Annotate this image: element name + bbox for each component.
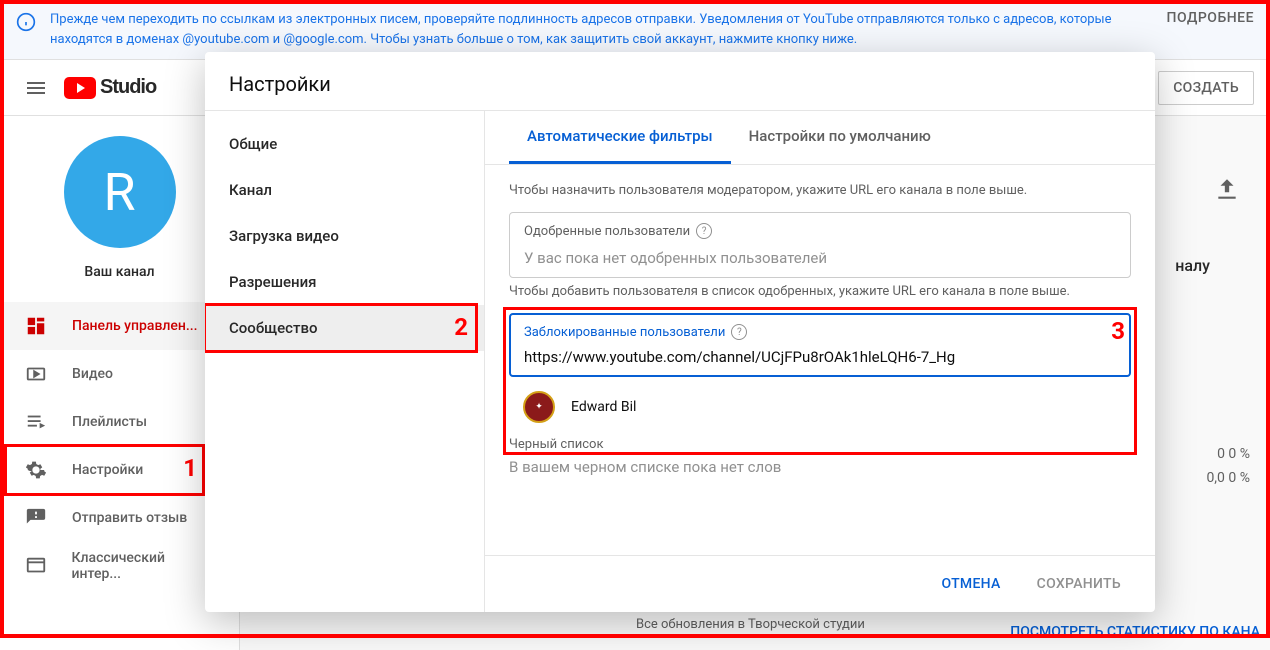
sidebar-item-label: Настройки bbox=[72, 462, 143, 478]
video-icon bbox=[24, 362, 48, 386]
sidebar-item-feedback[interactable]: Отправить отзыв bbox=[0, 494, 239, 542]
modal-title: Настройки bbox=[205, 52, 1155, 110]
cancel-button[interactable]: ОТМЕНА bbox=[927, 568, 1014, 600]
banner-details-button[interactable]: ПОДРОБНЕЕ bbox=[1167, 10, 1254, 26]
modal-footer: ОТМЕНА СОХРАНИТЬ bbox=[485, 555, 1155, 612]
sidebar-item-label: Панель управлен... bbox=[72, 318, 198, 334]
channel-label: Ваш канал bbox=[0, 264, 239, 280]
sidebar-item-settings[interactable]: Настройки bbox=[0, 446, 239, 494]
sidebar-item-dashboard[interactable]: Панель управлен... bbox=[0, 302, 239, 350]
menu-button[interactable] bbox=[16, 68, 56, 108]
upload-icon[interactable] bbox=[1214, 176, 1240, 206]
sidebar-item-label: Классический интер... bbox=[72, 550, 215, 582]
blocked-label: Заблокированные пользователи ? bbox=[524, 324, 1116, 340]
sidebar-item-label: Отправить отзыв bbox=[72, 510, 187, 526]
save-button[interactable]: СОХРАНИТЬ bbox=[1023, 568, 1135, 600]
dashboard-icon bbox=[24, 314, 48, 338]
suggestion-avatar: ✦ bbox=[523, 391, 555, 423]
modal-nav-upload[interactable]: Загрузка видео bbox=[205, 213, 484, 259]
suggestion-name: Edward Bil bbox=[571, 399, 636, 415]
approved-label: Одобренные пользователи ? bbox=[524, 223, 1116, 239]
tab-auto-filters[interactable]: Автоматические фильтры bbox=[509, 111, 731, 164]
playlist-icon bbox=[24, 410, 48, 434]
info-icon bbox=[16, 12, 36, 32]
channel-avatar-block: R Ваш канал bbox=[0, 116, 239, 294]
help-icon[interactable]: ? bbox=[696, 223, 712, 239]
sidebar-item-classic[interactable]: Классический интер... bbox=[0, 542, 239, 590]
create-button[interactable]: СОЗДАТЬ bbox=[1158, 71, 1254, 105]
approved-placeholder: У вас пока нет одобренных пользователей bbox=[524, 249, 1116, 267]
bg-bottom-text: Все обновления в Творческой студии bbox=[636, 617, 865, 632]
sidebar-item-playlists[interactable]: Плейлисты bbox=[0, 398, 239, 446]
help-icon[interactable]: ? bbox=[731, 324, 747, 340]
modal-sidebar: Общие Канал Загрузка видео Разрешения 2 … bbox=[205, 111, 485, 612]
tab-defaults[interactable]: Настройки по умолчанию bbox=[731, 111, 949, 164]
blocked-users-field[interactable]: Заблокированные пользователи ? bbox=[509, 313, 1131, 377]
sidebar-item-video[interactable]: Видео bbox=[0, 350, 239, 398]
blacklist-label: Черный список bbox=[509, 437, 1131, 452]
sidebar: R Ваш канал Панель управлен... Видео Пле… bbox=[0, 116, 240, 650]
modal-nav-general[interactable]: Общие bbox=[205, 121, 484, 167]
youtube-studio-logo[interactable]: Studio bbox=[64, 76, 156, 99]
sidebar-item-label: Видео bbox=[72, 366, 113, 382]
logo-text: Studio bbox=[100, 76, 156, 99]
sidebar-item-label: Плейлисты bbox=[72, 414, 147, 430]
banner-text: Прежде чем переходить по ссылкам из элек… bbox=[50, 10, 1147, 49]
modal-nav-community[interactable]: Сообщество bbox=[205, 305, 484, 351]
hamburger-icon bbox=[24, 76, 48, 100]
info-banner: Прежде чем переходить по ссылкам из элек… bbox=[0, 0, 1270, 60]
approved-users-field[interactable]: Одобренные пользователи ? У вас пока нет… bbox=[509, 212, 1131, 278]
user-suggestion[interactable]: ✦ Edward Bil bbox=[509, 381, 1131, 433]
youtube-icon bbox=[64, 77, 96, 99]
classic-icon bbox=[24, 554, 48, 578]
modal-nav-permissions[interactable]: Разрешения bbox=[205, 259, 484, 305]
gear-icon bbox=[24, 458, 48, 482]
channel-avatar[interactable]: R bbox=[64, 136, 176, 248]
bg-stats: 0 0 % 0,0 0 % bbox=[1206, 446, 1250, 486]
modal-tabs: Автоматические фильтры Настройки по умол… bbox=[485, 111, 1155, 165]
callout-2: 2 bbox=[454, 313, 468, 341]
modal-nav-channel[interactable]: Канал bbox=[205, 167, 484, 213]
blocked-input[interactable] bbox=[524, 348, 1116, 366]
hint-moderator: Чтобы назначить пользователя модератором… bbox=[509, 183, 1131, 198]
bg-heading-fragment: налу bbox=[1175, 256, 1210, 275]
feedback-icon bbox=[24, 506, 48, 530]
settings-modal: Настройки Общие Канал Загрузка видео Раз… bbox=[205, 52, 1155, 612]
hint-approved: Чтобы добавить пользователя в список одо… bbox=[509, 284, 1131, 299]
callout-1: 1 bbox=[183, 454, 197, 482]
blacklist-placeholder: В вашем черном списке пока нет слов bbox=[509, 458, 1131, 476]
